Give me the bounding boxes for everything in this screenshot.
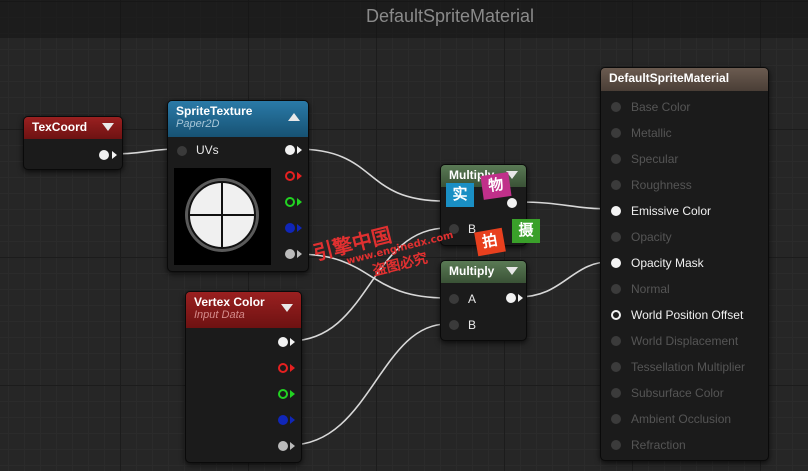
- material-input-pin[interactable]: [611, 310, 621, 320]
- vertex-alpha-output-pin[interactable]: [278, 441, 288, 451]
- material-result-header[interactable]: DefaultSpriteMaterial: [601, 68, 768, 91]
- material-result-node[interactable]: DefaultSpriteMaterial Base Color Metallic…: [600, 67, 769, 461]
- vertex-color-header[interactable]: Vertex Color Input Data: [186, 292, 301, 328]
- texcoord-node[interactable]: TexCoord: [23, 116, 123, 170]
- material-input-pin[interactable]: [611, 206, 621, 216]
- collapse-arrow-icon[interactable]: [281, 304, 293, 312]
- material-input-pin[interactable]: [611, 362, 621, 372]
- texture-preview-image: [185, 178, 259, 252]
- material-input-pin[interactable]: [611, 102, 621, 112]
- multiply-1-output-pin[interactable]: [507, 198, 517, 208]
- output-arrow-icon: [290, 416, 295, 424]
- vertex-color-title: Vertex Color: [194, 295, 265, 309]
- watermark-square-2: 物: [480, 172, 512, 200]
- collapse-arrow-icon[interactable]: [102, 123, 114, 131]
- texcoord-header[interactable]: TexCoord: [24, 117, 122, 139]
- material-input-pin[interactable]: [611, 440, 621, 450]
- material-input-pin[interactable]: [611, 388, 621, 398]
- material-input-label: Ambient Occlusion: [631, 412, 732, 426]
- wire-vertex-alpha-multiply2-b: [289, 323, 448, 446]
- uvs-input-pin[interactable]: [177, 146, 187, 156]
- material-input-pin[interactable]: [611, 284, 621, 294]
- watermark-square-3: 拍: [474, 227, 506, 257]
- sprite-texture-title: SpriteTexture: [176, 104, 253, 118]
- material-input-label: Metallic: [631, 126, 672, 140]
- output-arrow-icon: [297, 198, 302, 206]
- material-input-label: World Displacement: [631, 334, 739, 348]
- output-arrow-icon: [290, 390, 295, 398]
- output-arrow-icon: [112, 151, 117, 159]
- material-input-label: Refraction: [631, 438, 686, 452]
- sprite-texture-header[interactable]: SpriteTexture Paper2D: [168, 101, 308, 137]
- multiply-2-title: Multiply: [449, 264, 495, 278]
- multiply-2-header[interactable]: Multiply: [441, 261, 526, 283]
- output-arrow-icon: [297, 224, 302, 232]
- material-input-pin[interactable]: [611, 336, 621, 346]
- vertex-green-output-pin[interactable]: [278, 389, 288, 399]
- material-input-pin[interactable]: [611, 232, 621, 242]
- multiply-2-b-label: B: [468, 318, 477, 332]
- blue-output-pin[interactable]: [285, 223, 295, 233]
- material-input-label: Base Color: [631, 100, 691, 114]
- output-arrow-icon: [290, 364, 295, 372]
- material-input-label: Opacity: [631, 230, 672, 244]
- output-arrow-icon: [518, 294, 523, 302]
- alpha-output-pin[interactable]: [285, 249, 295, 259]
- multiply-2-output-pin[interactable]: [506, 293, 516, 303]
- material-input-label: World Position Offset: [631, 308, 744, 322]
- output-arrow-icon: [297, 250, 302, 258]
- material-input-label: Roughness: [631, 178, 692, 192]
- multiply-node-2[interactable]: Multiply A B: [440, 260, 527, 341]
- material-input-label: Specular: [631, 152, 679, 166]
- sprite-texture-subtitle: Paper2D: [176, 118, 220, 130]
- vertex-color-subtitle: Input Data: [194, 309, 245, 321]
- multiply-2-a-pin[interactable]: [449, 294, 459, 304]
- uvs-label: UVs: [196, 143, 219, 157]
- watermark-square-4: 摄: [512, 219, 540, 243]
- material-input-pin[interactable]: [611, 414, 621, 424]
- material-input-label: Subsurface Color: [631, 386, 724, 400]
- vertex-rgb-output-pin[interactable]: [278, 337, 288, 347]
- output-arrow-icon: [297, 172, 302, 180]
- material-input-pin[interactable]: [611, 128, 621, 138]
- material-input-pin[interactable]: [611, 180, 621, 190]
- output-arrow-icon: [297, 146, 302, 154]
- output-arrow-icon: [290, 338, 295, 346]
- material-input-pin[interactable]: [611, 154, 621, 164]
- expand-arrow-icon[interactable]: [288, 113, 300, 121]
- vertex-color-node[interactable]: Vertex Color Input Data: [185, 291, 302, 463]
- collapse-arrow-icon[interactable]: [506, 267, 518, 275]
- rgb-output-pin[interactable]: [285, 145, 295, 155]
- material-result-title: DefaultSpriteMaterial: [609, 71, 730, 85]
- material-input-pin[interactable]: [611, 258, 621, 268]
- red-output-pin[interactable]: [285, 171, 295, 181]
- multiply-2-a-label: A: [468, 292, 477, 306]
- texture-preview: [174, 168, 271, 265]
- output-arrow-icon: [290, 442, 295, 450]
- material-input-label: Tessellation Multiplier: [631, 360, 746, 374]
- wire-rgb-multiply1-a: [295, 148, 446, 202]
- multiply-2-b-pin[interactable]: [449, 320, 459, 330]
- material-input-label: Normal: [631, 282, 670, 296]
- texcoord-title: TexCoord: [32, 120, 88, 134]
- material-input-label: Emissive Color: [631, 204, 712, 218]
- watermark-square-1: 实: [446, 183, 474, 207]
- sprite-texture-node[interactable]: SpriteTexture Paper2D UVs: [167, 100, 309, 272]
- vertex-red-output-pin[interactable]: [278, 363, 288, 373]
- vertex-blue-output-pin[interactable]: [278, 415, 288, 425]
- texcoord-output-pin[interactable]: [99, 150, 109, 160]
- material-input-label: Opacity Mask: [631, 256, 704, 270]
- green-output-pin[interactable]: [285, 197, 295, 207]
